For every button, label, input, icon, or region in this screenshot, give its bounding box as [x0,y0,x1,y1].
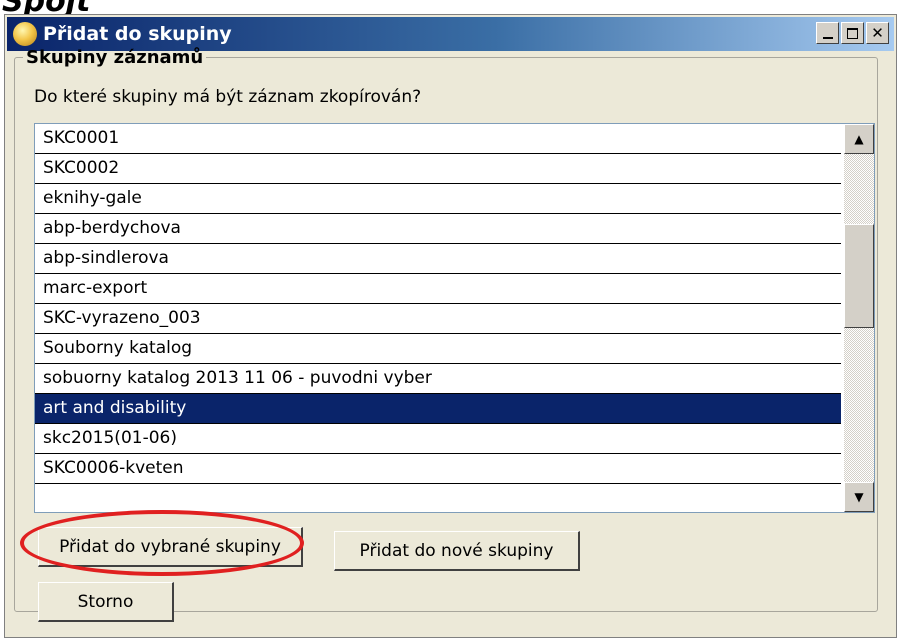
group-legend: Skupiny záznamů [26,47,204,68]
scroll-up-arrow-icon: ▲ [854,132,864,146]
list-item[interactable]: Souborny katalog [35,334,841,364]
scroll-down-button[interactable]: ▼ [844,482,874,512]
list-item[interactable]: art and disability [35,394,841,424]
maximize-icon [847,27,858,39]
list-item[interactable]: abp-berdychova [35,214,841,244]
scroll-down-arrow-icon: ▼ [854,490,864,504]
maximize-button[interactable] [841,22,864,44]
list-item[interactable]: abp-sindlerova [35,244,841,274]
close-icon: ✕ [871,23,884,42]
scroll-up-button[interactable]: ▲ [844,124,874,154]
group-list-rows: SKC0001 SKC0002 eknihy-gale abp-berdychova a… [35,124,841,484]
vertical-scrollbar[interactable]: ▲ ▼ [844,124,874,512]
minimize-icon [822,37,833,39]
list-item[interactable]: SKC0006-kveten [35,454,841,484]
minimize-button[interactable] [816,22,839,44]
list-item[interactable]: marc-export [35,274,841,304]
add-to-selected-group-label: Přidat do vybrané skupiny [59,536,281,557]
cancel-button[interactable]: Storno [38,582,174,622]
background-title-text: Spojt [2,0,90,14]
list-item[interactable]: eknihy-gale [35,184,841,214]
group-listbox[interactable]: SKC0001 SKC0002 eknihy-gale abp-berdychova a… [34,123,875,513]
title-bar[interactable]: Přidat do skupiny ✕ [7,17,894,51]
list-item[interactable]: sobuorny katalog 2013 11 06 - puvodni vy… [35,364,841,394]
add-to-selected-group-button[interactable]: Přidat do vybrané skupiny [38,527,303,567]
add-to-new-group-label: Přidat do nové skupiny [359,540,554,561]
list-item[interactable]: SKC-vyrazeno_003 [35,304,841,334]
list-item[interactable]: skc2015(01-06) [35,424,841,454]
window-title: Přidat do skupiny [43,23,232,45]
list-item[interactable]: SKC0001 [35,124,841,154]
list-item[interactable]: SKC0002 [35,154,841,184]
close-button[interactable]: ✕ [866,22,889,44]
group-question-label: Do které skupiny má být záznam zkopírová… [34,87,422,107]
cancel-label: Storno [77,591,134,612]
scrollbar-thumb[interactable] [844,224,874,328]
add-to-new-group-button[interactable]: Přidat do nové skupiny [334,531,580,571]
background-window-title-fragment: Spojt [0,0,899,14]
app-globe-icon [13,22,37,46]
